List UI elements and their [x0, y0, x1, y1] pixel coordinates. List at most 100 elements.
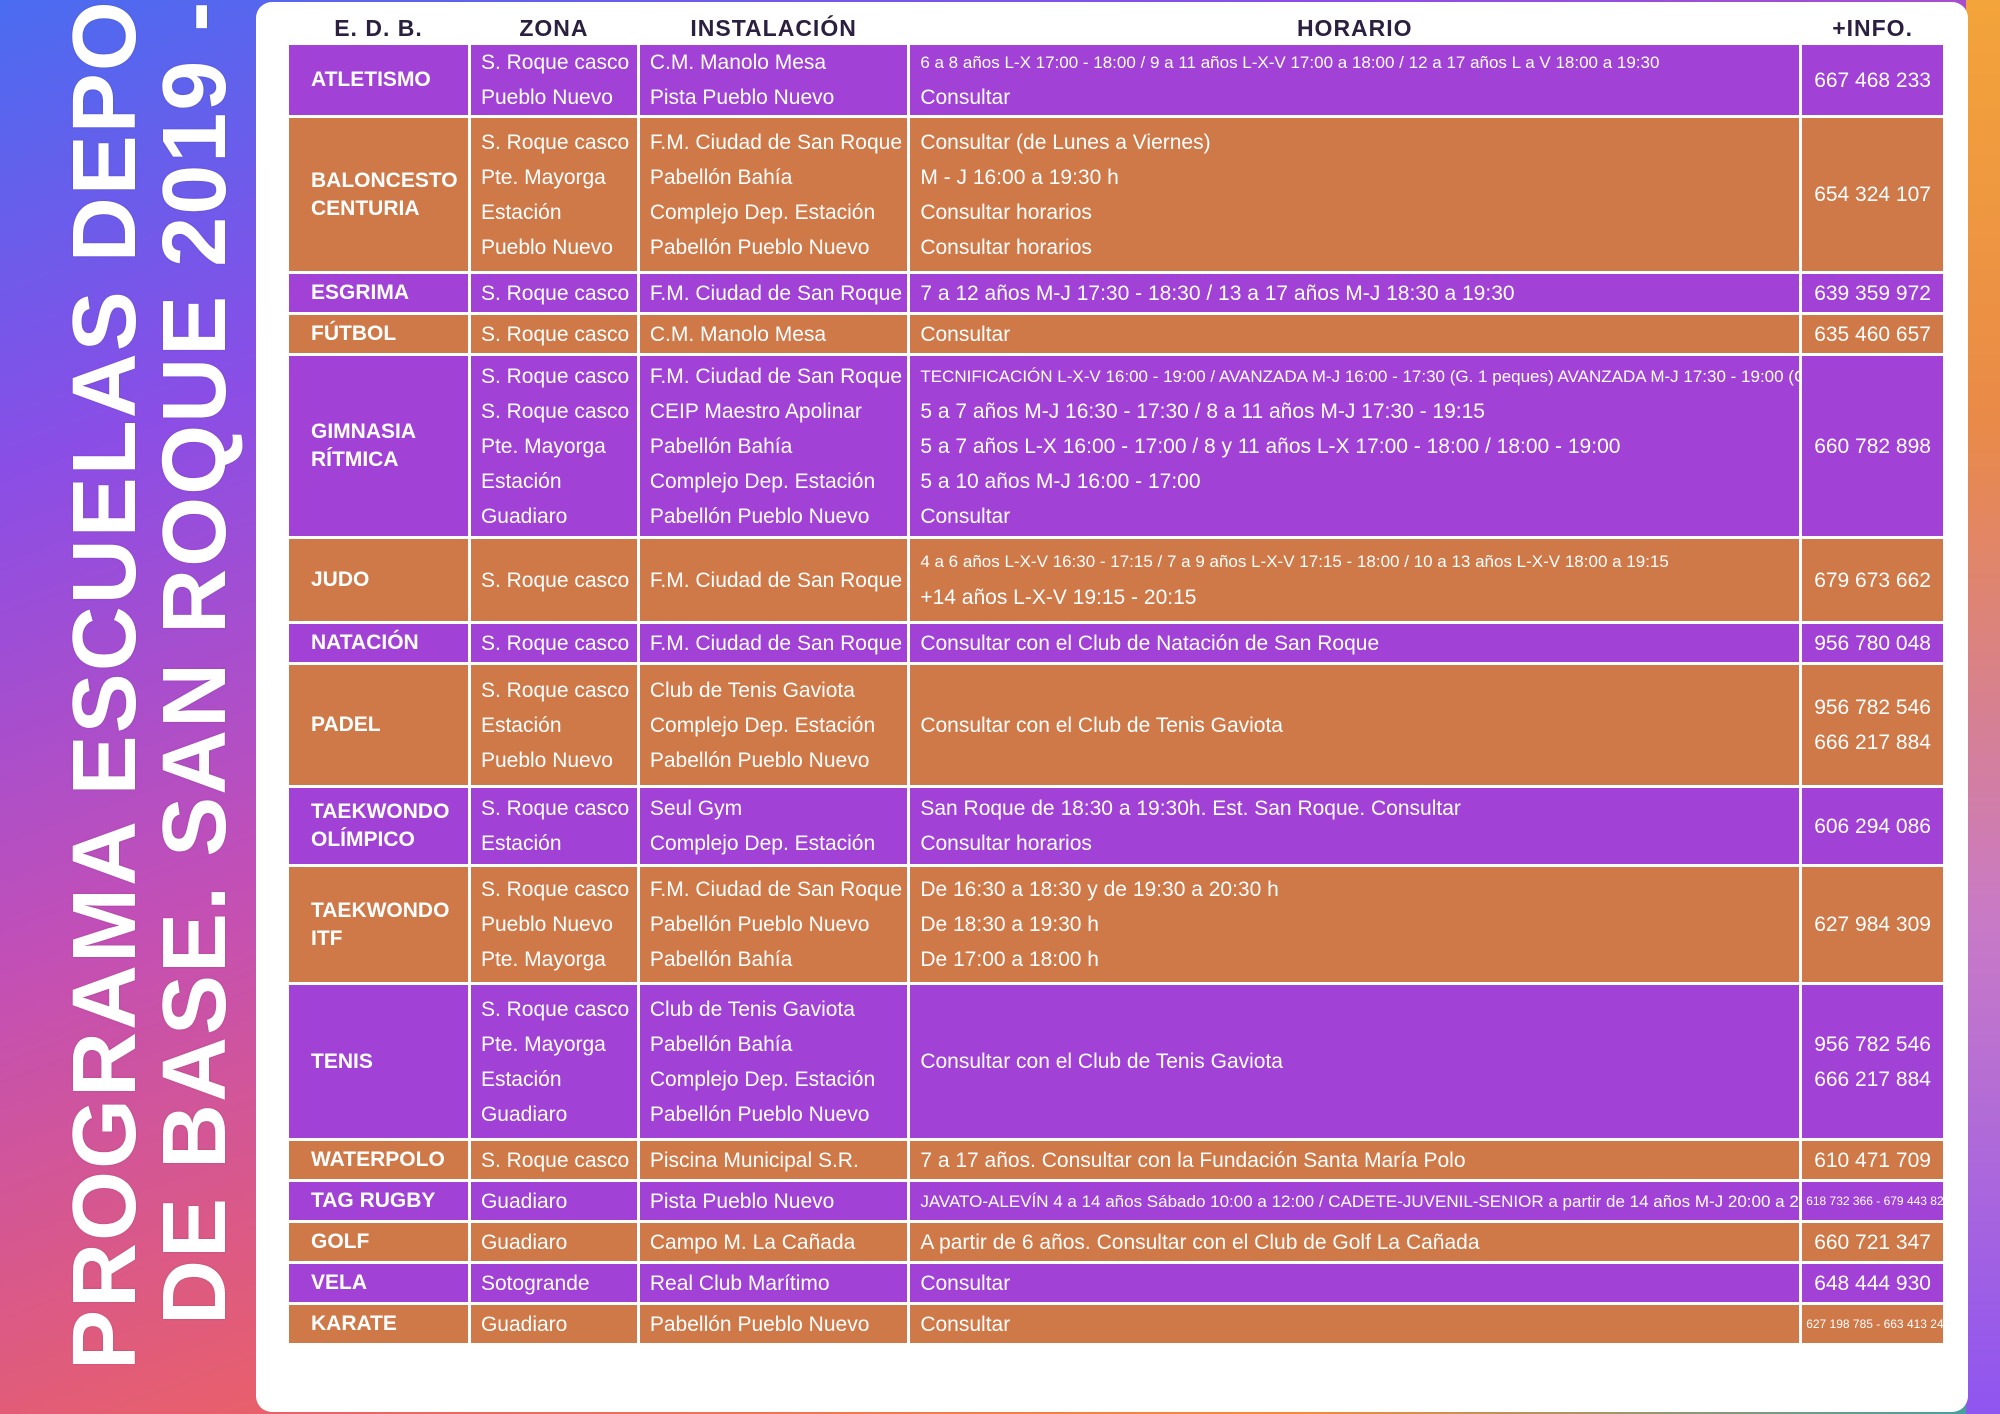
table-row: BALONCESTO CENTURIA S. Roque casco Pte. May… — [289, 118, 1943, 271]
cell-zona: S. Roque casco Pte. Mayorga Estación Pueblo… — [470, 118, 637, 271]
cell-instalacion: Seul Gym Complejo Dep. Estación — [639, 788, 908, 864]
cell-zona: S. Roque casco — [470, 274, 637, 312]
cell-sport: PADEL — [289, 665, 468, 785]
table-row: FÚTBOL S. Roque casco C.M. Manolo Mesa Cons… — [289, 315, 1943, 353]
cell-info-line: 956 780 048 — [1814, 631, 1931, 655]
cell-horario-line: 5 a 7 años L-X 16:00 - 17:00 / 8 y 11 añ… — [920, 434, 1621, 458]
cell-instalacion-line: Seul Gym — [649, 797, 743, 820]
cell-instalacion-line: Complejo Dep. Estación — [649, 200, 876, 224]
cell-instalacion-line: F.M. Ciudad de San Roque — [649, 130, 903, 154]
cell-info: 610 471 709 — [1802, 1141, 1943, 1179]
header-horario: HORARIO — [1296, 15, 1413, 41]
cell-instalacion: Piscina Municipal S.R. — [639, 1141, 908, 1179]
cell-zona-line: Pte. Mayorga — [480, 434, 606, 458]
cell-info-line: 627 984 309 — [1814, 913, 1931, 936]
cell-info: 956 782 546 666 217 884 — [1802, 665, 1943, 785]
table-row: NATACIÓN S. Roque casco F.M. Ciudad de San… — [289, 624, 1943, 662]
cell-info-line: 679 673 662 — [1814, 568, 1931, 592]
cell-sport-line: WATERPOLO — [311, 1148, 445, 1171]
cell-horario-line: Consultar con el Club de Tenis Gaviota — [920, 713, 1283, 737]
cell-sport: TAEKWONDO ITF — [289, 867, 468, 982]
cell-zona-line: S. Roque casco — [480, 281, 630, 305]
cell-info: 648 444 930 — [1802, 1264, 1943, 1302]
cell-zona-line: S. Roque casco — [480, 322, 630, 346]
cell-sport: ATLETISMO — [289, 45, 468, 115]
cell-horario: JAVATO-ALEVÍN 4 a 14 años Sábado 10:00 a… — [910, 1182, 1800, 1220]
cell-sport-line: RÍTMICA — [311, 448, 399, 471]
cell-info-line: 618 732 366 - 679 443 828 — [1806, 1194, 1943, 1208]
cell-instalacion-line: Pabellón Bahía — [649, 1032, 793, 1056]
cell-zona-line: Guadiaro — [480, 1312, 568, 1336]
cell-instalacion-line: Real Club Marítimo — [649, 1271, 830, 1295]
cell-instalacion-line: Pabellón Pueblo Nuevo — [649, 235, 870, 259]
cell-sport-line: KARATE — [311, 1312, 397, 1335]
cell-instalacion-line: Pabellón Bahía — [649, 434, 793, 458]
cell-horario-line: Consultar — [920, 504, 1011, 528]
cell-horario-line: Consultar con el Club de Tenis Gaviota — [920, 1050, 1283, 1073]
cell-instalacion-line: Complejo Dep. Estación — [649, 1067, 876, 1091]
cell-zona: S. Roque casco Estación Pueblo Nuevo — [470, 665, 637, 785]
title-line-2: DE BASE. SAN ROQUE 2019 - 2020 — [145, 0, 245, 1325]
cell-zona-line: Estación — [480, 469, 562, 493]
cell-info: 660 782 898 — [1802, 356, 1943, 536]
cell-horario: Consultar — [910, 315, 1800, 353]
cell-horario-line: Consultar (de Lunes a Viernes) — [920, 130, 1211, 154]
cell-horario-line: De 18:30 a 19:30 h — [920, 913, 1099, 936]
cell-instalacion-line: F.M. Ciudad de San Roque — [649, 364, 903, 388]
schedule-table: E. D. B. ZONA INSTALACIÓN HORARIO +INFO.… — [286, 12, 1946, 1346]
cell-horario-line: A partir de 6 años. Consultar con el Clu… — [920, 1230, 1480, 1254]
cell-sport-line: TAEKWONDO — [311, 898, 450, 922]
cell-instalacion-line: C.M. Manolo Mesa — [649, 51, 827, 74]
cell-info-line: 635 460 657 — [1814, 322, 1931, 346]
cell-instalacion-line: Piscina Municipal S.R. — [649, 1148, 859, 1172]
cell-sport-line: GOLF — [311, 1230, 370, 1253]
cell-instalacion-line: Pista Pueblo Nuevo — [649, 1189, 835, 1213]
cell-zona-line: Pueblo Nuevo — [480, 235, 613, 259]
cell-zona: S. Roque casco S. Roque casco Pte. Mayorga… — [470, 356, 637, 536]
cell-zona: S. Roque casco Pueblo Nuevo Pte. Mayorga — [470, 867, 637, 982]
header-row: E. D. B. ZONA INSTALACIÓN HORARIO +INFO. — [289, 15, 1943, 42]
cell-sport: TENIS — [289, 985, 468, 1138]
cell-instalacion-line: Pabellón Pueblo Nuevo — [649, 504, 870, 528]
cell-instalacion-line: Complejo Dep. Estación — [649, 832, 876, 855]
table-row: KARATE Guadiaro Pabellón Pueblo Nuevo Consu… — [289, 1305, 1943, 1343]
table-row: TAG RUGBY Guadiaro Pista Pueblo Nuevo JAVAT… — [289, 1182, 1943, 1220]
cell-info: 627 198 785 - 663 413 241 — [1802, 1305, 1943, 1343]
cell-zona: S. Roque casco — [470, 624, 637, 662]
cell-instalacion: F.M. Ciudad de San Roque Pabellón Bahía Co… — [639, 118, 908, 271]
cell-horario-line: Consultar con el Club de Natación de San… — [920, 631, 1380, 655]
header-edb: E. D. B. — [334, 15, 423, 41]
cell-zona-line: Estación — [480, 1067, 562, 1091]
cell-instalacion-line: Club de Tenis Gaviota — [649, 997, 855, 1021]
cell-sport-line: GIMNASIA — [311, 420, 416, 443]
cell-zona-line: Sotogrande — [480, 1271, 590, 1295]
schedule-panel: E. D. B. ZONA INSTALACIÓN HORARIO +INFO.… — [256, 2, 1968, 1412]
cell-horario: Consultar con el Club de Tenis Gaviota — [910, 985, 1800, 1138]
cell-instalacion: Pabellón Pueblo Nuevo — [639, 1305, 908, 1343]
table-row: TAEKWONDO OLÍMPICO S. Roque casco Estación S… — [289, 788, 1943, 864]
table-row: VELA Sotogrande Real Club Marítimo Consulta… — [289, 1264, 1943, 1302]
cell-horario-line: 7 a 17 años. Consultar con la Fundación … — [920, 1148, 1466, 1172]
cell-info-line: 660 782 898 — [1814, 434, 1931, 458]
cell-instalacion-line: Complejo Dep. Estación — [649, 713, 876, 737]
cell-horario: San Roque de 18:30 a 19:30h. Est. San Ro… — [910, 788, 1800, 864]
cell-zona: Guadiaro — [470, 1182, 637, 1220]
cell-zona-line: S. Roque casco — [480, 130, 630, 154]
cell-horario-line: 4 a 6 años L-X-V 16:30 - 17:15 / 7 a 9 a… — [920, 552, 1669, 571]
cell-info-line: 648 444 930 — [1814, 1271, 1931, 1295]
cell-sport-line: PADEL — [311, 713, 381, 736]
cell-instalacion-line: Complejo Dep. Estación — [649, 469, 876, 493]
cell-info: 679 673 662 — [1802, 539, 1943, 621]
cell-horario-line: San Roque de 18:30 a 19:30h. Est. San Ro… — [920, 797, 1461, 820]
cell-zona-line: S. Roque casco — [480, 399, 630, 423]
cell-sport-line: BALONCESTO — [311, 168, 458, 192]
cell-horario-line: Consultar horarios — [920, 200, 1092, 224]
cell-instalacion-line: Pista Pueblo Nuevo — [649, 86, 835, 109]
cell-sport: WATERPOLO — [289, 1141, 468, 1179]
cell-zona: S. Roque casco — [470, 1141, 637, 1179]
cell-horario-line: 6 a 8 años L-X 17:00 - 18:00 / 9 a 11 añ… — [920, 53, 1660, 72]
cell-zona-line: S. Roque casco — [480, 51, 630, 74]
cell-zona-line: S. Roque casco — [480, 797, 630, 820]
cell-instalacion-line: Pabellón Pueblo Nuevo — [649, 913, 870, 936]
cell-instalacion: F.M. Ciudad de San Roque — [639, 539, 908, 621]
